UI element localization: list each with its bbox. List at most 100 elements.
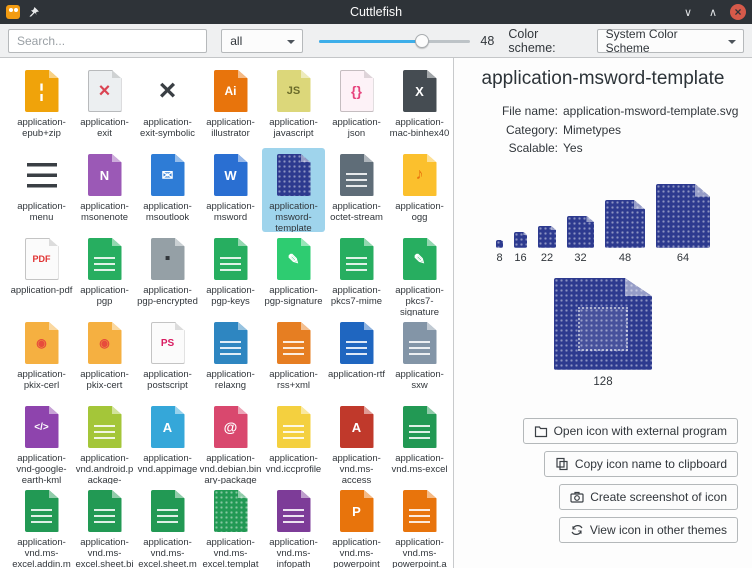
icon-label: application-vnd.iccprofile	[263, 453, 325, 475]
icon-grid-item[interactable]: Aiapplication-illustrator	[199, 64, 262, 148]
icon-grid-item[interactable]: application-vnd.ms-excel.sheet.bi	[73, 484, 136, 568]
icon-grid-item[interactable]: application-pkcs7-mime	[325, 232, 388, 316]
slider-handle[interactable]	[415, 34, 429, 48]
icon-grid-item[interactable]: ✎application-pgp-signature	[262, 232, 325, 316]
application-msword-template-icon	[266, 151, 322, 199]
icon-label: application-pdf	[11, 285, 73, 296]
camera-icon	[570, 490, 584, 504]
details-panel: application-msword-template File name: a…	[453, 58, 752, 568]
open-external-button[interactable]: Open icon with external program	[523, 418, 738, 444]
application-sxw-icon	[392, 319, 448, 367]
application-postscript-icon: PS	[140, 319, 196, 367]
field-value: Yes	[563, 139, 583, 158]
icon-grid-item[interactable]: ✎application-pkcs7-signature	[388, 232, 451, 316]
icon-grid-item[interactable]: PSapplication-postscript	[136, 316, 199, 400]
icon-grid-item[interactable]: application-sxw	[388, 316, 451, 400]
application-pdf-icon: PDF	[14, 235, 70, 283]
color-scheme-select[interactable]: System Color Scheme	[597, 29, 744, 53]
pin-icon[interactable]	[28, 6, 40, 18]
icon-label: application-vnd.ms-powerpoint	[326, 537, 388, 568]
button-label: Open icon with external program	[554, 424, 727, 438]
icon-grid-item[interactable]: {}application-json	[325, 64, 388, 148]
icon-grid-item[interactable]: application-octet-stream	[325, 148, 388, 232]
application-vnd-google-earth-kml-icon: </>	[14, 403, 70, 451]
preview-icon-16	[514, 232, 527, 248]
icon-grid-item[interactable]: Aapplication-vnd.ms-access	[325, 400, 388, 484]
large-preview-size: 128	[593, 376, 612, 388]
icon-grid-item[interactable]: application-vnd.ms-excel.addin.m	[10, 484, 73, 568]
icon-grid-item[interactable]: Napplication-msonenote	[73, 148, 136, 232]
icon-grid-item[interactable]: application-rtf	[325, 316, 388, 400]
preview-icon-32	[567, 216, 594, 248]
icon-grid-item[interactable]: ◉application-pkix-cerl	[10, 316, 73, 400]
icon-grid-item[interactable]: application-pgp-keys	[199, 232, 262, 316]
application-vnd.ms-excel.sheet.bi-icon	[77, 487, 133, 535]
button-label: Create screenshot of icon	[590, 490, 727, 504]
icon-grid-item[interactable]: application-menu	[10, 148, 73, 232]
screenshot-button[interactable]: Create screenshot of icon	[559, 484, 738, 510]
application-vnd.iccprofile-icon	[266, 403, 322, 451]
icon-label: application-msword	[200, 201, 262, 223]
icon-label: application-vnd.ms-excel.sheet.m	[137, 537, 199, 568]
preview-icon-128	[554, 278, 652, 370]
application-vnd.ms-excel-icon	[392, 403, 448, 451]
icon-grid-item[interactable]: Wapplication-msword	[199, 148, 262, 232]
icon-grid-item[interactable]: </>application-vnd-google-earth-kml	[10, 400, 73, 484]
icon-label: application-exit	[74, 117, 136, 139]
icon-grid-item[interactable]: ✉application-msoutlook	[136, 148, 199, 232]
icon-grid-item[interactable]: application-vnd.android.package-	[73, 400, 136, 484]
application-pgp-encrypted-icon: ▪	[140, 235, 196, 283]
application-vnd.ms-infopath-icon	[266, 487, 322, 535]
search-input[interactable]	[8, 29, 207, 53]
icon-grid-item[interactable]: ♪application-ogg	[388, 148, 451, 232]
icon-grid-item[interactable]: JSapplication-javascript	[262, 64, 325, 148]
icon-label: application-vnd.ms-excel.addin.m	[11, 537, 73, 568]
icon-grid-item[interactable]: ×application-exit	[73, 64, 136, 148]
icon-grid-item[interactable]: application-vnd.iccprofile	[262, 400, 325, 484]
icon-grid-item[interactable]: Aapplication-vnd.appimage	[136, 400, 199, 484]
category-filter-select[interactable]: all	[221, 29, 303, 53]
icon-label: application-pgp-encrypted	[137, 285, 199, 307]
application-vnd.ms-excel.templat-icon	[203, 487, 259, 535]
icon-grid-item[interactable]: ◉application-pkix-cert	[73, 316, 136, 400]
icon-label: application-vnd.android.package-	[74, 453, 136, 484]
size-previews: 81622324864	[454, 184, 752, 264]
icon-label: application-vnd.debian.binary-package	[200, 453, 262, 484]
icon-grid-item[interactable]: application-rss+xml	[262, 316, 325, 400]
icon-grid-item[interactable]: application-pgp	[73, 232, 136, 316]
size-preview-22: 22	[538, 226, 556, 264]
icon-size-slider[interactable]	[319, 32, 470, 50]
icon-label: application-json	[326, 117, 388, 139]
icon-grid-item[interactable]: ×application-exit-symbolic	[136, 64, 199, 148]
preview-icon-64	[656, 184, 710, 248]
minimize-button[interactable]: ∨	[680, 4, 696, 20]
application-pgp-signature-icon: ✎	[266, 235, 322, 283]
icon-grid-item[interactable]: ¦application-epub+zip	[10, 64, 73, 148]
application-vnd.ms-powerpoint-icon: P	[329, 487, 385, 535]
close-button[interactable]: ×	[730, 4, 746, 20]
icon-label: application-vnd.ms-excel.templat	[200, 537, 262, 568]
icon-properties: File name: application-msword-template.s…	[454, 102, 752, 158]
icon-grid-item[interactable]: application-msword-template	[262, 148, 325, 232]
application-vnd.appimage-icon: A	[140, 403, 196, 451]
icon-grid-item[interactable]: PDF application-pdf	[10, 232, 73, 316]
icon-grid-item[interactable]: application-vnd.ms-excel.templat	[199, 484, 262, 568]
icon-grid-item[interactable]: Papplication-vnd.ms-powerpoint	[325, 484, 388, 568]
icon-label: application-ogg	[389, 201, 451, 223]
size-number: 8	[496, 252, 502, 264]
icon-grid-item[interactable]: application-vnd.ms-excel	[388, 400, 451, 484]
icon-grid-item[interactable]: application-vnd.ms-infopath	[262, 484, 325, 568]
view-other-themes-button[interactable]: View icon in other themes	[559, 517, 738, 543]
icon-label: application-vnd-google-earth-kml	[11, 453, 73, 484]
copy-name-button[interactable]: Copy icon name to clipboard	[544, 451, 738, 477]
icon-label: application-vnd.ms-excel	[389, 453, 451, 475]
icon-grid-item[interactable]: Xapplication-mac-binhex40	[388, 64, 451, 148]
icon-grid-item[interactable]: application-vnd.ms-excel.sheet.m	[136, 484, 199, 568]
icon-grid-item[interactable]: application-vnd.ms-powerpoint.a	[388, 484, 451, 568]
application-menu-icon	[14, 151, 70, 199]
maximize-button[interactable]: ∧	[705, 4, 721, 20]
icon-grid-item[interactable]: ▪application-pgp-encrypted	[136, 232, 199, 316]
icon-grid-item[interactable]: @application-vnd.debian.binary-package	[199, 400, 262, 484]
application-vnd.ms-excel.addin.m-icon	[14, 487, 70, 535]
icon-grid-item[interactable]: application-relaxng	[199, 316, 262, 400]
